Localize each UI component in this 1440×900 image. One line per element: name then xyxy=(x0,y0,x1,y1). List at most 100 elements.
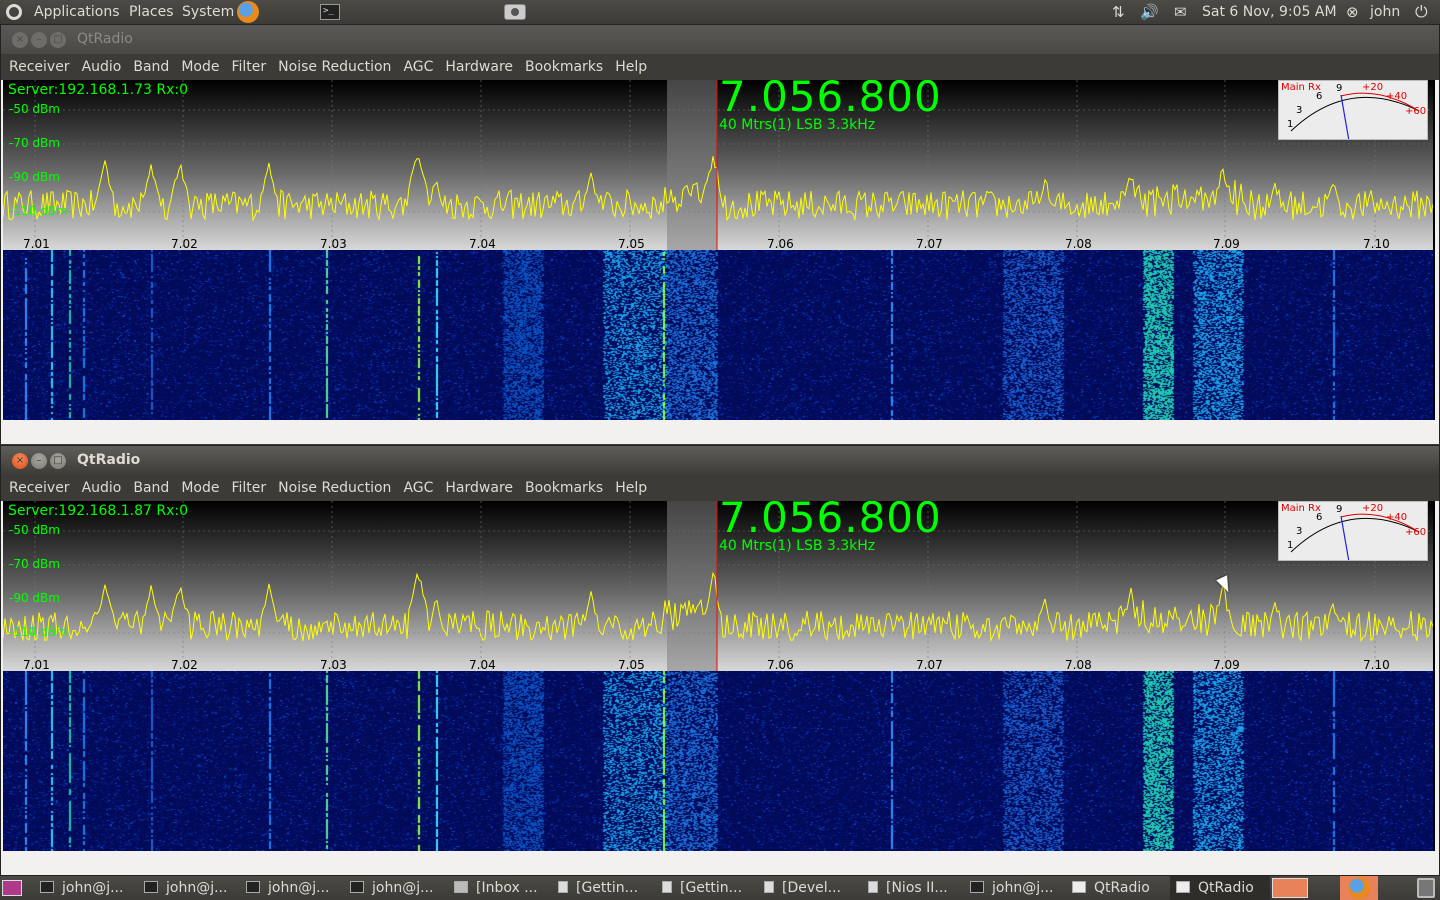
minimize-icon[interactable]: – xyxy=(31,453,47,469)
frequency-tick: 7.02 xyxy=(171,658,198,672)
mail-icon[interactable]: ✉ xyxy=(1174,0,1187,24)
menu-help[interactable]: Help xyxy=(609,475,653,501)
taskbar-item[interactable]: [Gettin... xyxy=(656,876,752,900)
taskbar-item-label: john@j... xyxy=(992,880,1054,896)
session-icon[interactable]: ⊗ xyxy=(1346,0,1359,24)
taskbar-item-label: john@j... xyxy=(268,880,330,896)
user-name[interactable]: john xyxy=(1370,0,1400,24)
menu-agc[interactable]: AGC xyxy=(397,54,439,80)
dbm-label: -90 dBm xyxy=(9,170,60,184)
spectrum-display[interactable]: Server:192.168.1.87 Rx:0 -50 dBm -70 dBm -9… xyxy=(3,501,1435,851)
terminal-icon xyxy=(350,881,364,893)
taskbar-item[interactable]: john@j... xyxy=(964,876,1060,900)
menu-band[interactable]: Band xyxy=(127,54,175,80)
taskbar-item[interactable]: john@j... xyxy=(344,876,440,900)
taskbar-item[interactable]: [Devel... xyxy=(758,876,854,900)
menu-hardware[interactable]: Hardware xyxy=(439,475,519,501)
meter-scale-label: 3 xyxy=(1296,526,1303,537)
frequency-display: 7.056.800 xyxy=(719,80,942,121)
waterfall[interactable] xyxy=(3,671,1433,851)
taskbar-item[interactable]: [Inbox ... xyxy=(448,876,544,900)
status-area xyxy=(1,851,1439,875)
system-menu[interactable]: System xyxy=(182,0,234,24)
menu-bookmarks[interactable]: Bookmarks xyxy=(519,475,609,501)
frequency-tick: 7.04 xyxy=(469,658,496,672)
close-icon[interactable]: × xyxy=(12,32,28,48)
taskbar-item-label: john@j... xyxy=(372,880,434,896)
show-desktop-icon[interactable] xyxy=(2,880,22,896)
meter-scale-label: 1 xyxy=(1287,119,1294,130)
filter-passband xyxy=(667,80,717,250)
spectrum-plot[interactable] xyxy=(3,80,1433,250)
frequency-tick: 7.07 xyxy=(916,237,943,251)
volume-icon[interactable]: 🔊 xyxy=(1140,0,1159,24)
terminal-icon xyxy=(144,881,158,893)
taskbar-item[interactable]: QtRadio xyxy=(1170,876,1270,900)
taskbar-item-label: QtRadio xyxy=(1094,880,1150,896)
signal-meter: Main Rx 1 3 6 9 +20 +40 +60 xyxy=(1278,501,1428,561)
taskbar-item-label: john@j... xyxy=(166,880,228,896)
firefox-icon[interactable] xyxy=(237,1,259,23)
ubuntu-logo-icon[interactable] xyxy=(6,4,22,20)
meter-label: Main Rx xyxy=(1281,82,1321,93)
menu-band[interactable]: Band xyxy=(127,475,175,501)
menu-audio[interactable]: Audio xyxy=(76,54,128,80)
menu-receiver[interactable]: Receiver xyxy=(3,54,76,80)
dbm-label: -50 dBm xyxy=(9,102,60,116)
taskbar-item-label: [Nios II... xyxy=(886,880,948,896)
taskbar-item[interactable]: john@j... xyxy=(138,876,234,900)
frequency-tick: 7.10 xyxy=(1363,237,1390,251)
window-titlebar[interactable]: × – □ QtRadio xyxy=(1,446,1439,475)
clock[interactable]: Sat 6 Nov, 9:05 AM xyxy=(1202,0,1337,24)
maximize-icon[interactable]: □ xyxy=(50,453,66,469)
menu-mode[interactable]: Mode xyxy=(175,54,225,80)
taskbar-item-label: [Gettin... xyxy=(680,880,743,896)
server-label: Server:192.168.1.73 Rx:0 xyxy=(8,82,188,98)
terminal-icon xyxy=(246,881,260,893)
frequency-tick: 7.09 xyxy=(1213,237,1240,251)
dbm-label: -110 dBm xyxy=(9,625,68,639)
menu-bookmarks[interactable]: Bookmarks xyxy=(519,54,609,80)
frequency-tick: 7.09 xyxy=(1213,658,1240,672)
taskbar-item[interactable]: [Gettin... xyxy=(552,876,648,900)
menu-noise-reduction[interactable]: Noise Reduction xyxy=(272,54,397,80)
minimize-icon[interactable]: – xyxy=(31,32,47,48)
terminal-icon xyxy=(970,881,984,893)
menu-noise-reduction[interactable]: Noise Reduction xyxy=(272,475,397,501)
spectrum-display[interactable]: Server:192.168.1.73 Rx:0 -50 dBm -70 dBm -9… xyxy=(3,80,1435,420)
terminal-icon[interactable]: >_ xyxy=(320,4,340,20)
close-icon[interactable]: × xyxy=(12,453,28,469)
menu-mode[interactable]: Mode xyxy=(175,475,225,501)
taskbar-item[interactable]: QtRadio xyxy=(1066,876,1166,900)
meter-scale-label: 9 xyxy=(1336,504,1343,515)
frequency-tick: 7.05 xyxy=(618,658,645,672)
menu-hardware[interactable]: Hardware xyxy=(439,54,519,80)
meter-scale-label: +20 xyxy=(1362,82,1384,93)
menu-help[interactable]: Help xyxy=(609,54,653,80)
mode-label: 40 Mtrs(1) LSB 3.3kHz xyxy=(719,538,876,554)
taskbar-item[interactable]: [Nios II... xyxy=(862,876,958,900)
menu-agc[interactable]: AGC xyxy=(397,475,439,501)
menu-filter[interactable]: Filter xyxy=(225,475,272,501)
taskbar-item[interactable]: john@j... xyxy=(34,876,130,900)
window-title: QtRadio xyxy=(77,452,141,468)
taskbar-item-label: [Inbox ... xyxy=(476,880,538,896)
trash-icon[interactable] xyxy=(1417,878,1435,898)
menu-audio[interactable]: Audio xyxy=(76,475,128,501)
dbm-label: -70 dBm xyxy=(9,136,60,150)
menu-filter[interactable]: Filter xyxy=(225,54,272,80)
screenshot-icon[interactable] xyxy=(504,4,526,20)
meter-scale-label: 6 xyxy=(1316,91,1323,102)
taskbar-item[interactable]: john@j... xyxy=(240,876,336,900)
waterfall[interactable] xyxy=(3,250,1433,420)
window-titlebar[interactable]: × – □ QtRadio xyxy=(1,25,1439,54)
network-icon[interactable]: ⇅ xyxy=(1112,0,1125,24)
applications-menu[interactable]: Applications xyxy=(34,0,120,24)
frequency-tick: 7.04 xyxy=(469,237,496,251)
workspace-switcher[interactable] xyxy=(1272,878,1308,898)
places-menu[interactable]: Places xyxy=(129,0,174,24)
maximize-icon[interactable]: □ xyxy=(50,32,66,48)
menu-receiver[interactable]: Receiver xyxy=(3,475,76,501)
frequency-tick: 7.01 xyxy=(23,237,50,251)
power-icon[interactable]: ⏻ xyxy=(1415,0,1428,24)
